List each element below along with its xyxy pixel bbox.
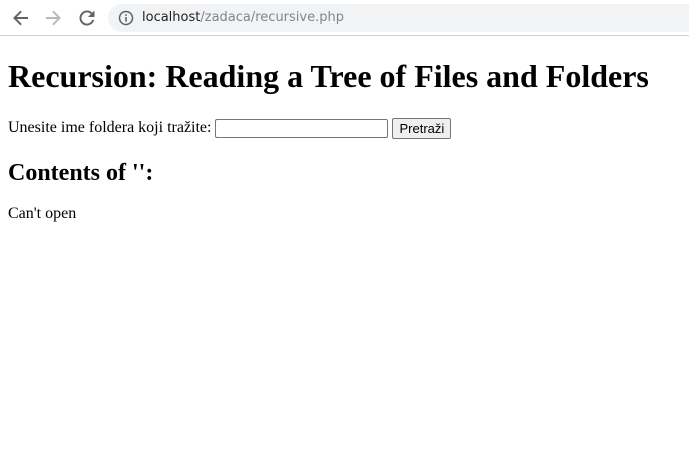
- info-icon[interactable]: [118, 10, 134, 26]
- status-message: Can't open: [8, 205, 77, 222]
- browser-toolbar: localhost/zadaca/recursive.php: [0, 0, 689, 36]
- page-title: Recursion: Reading a Tree of Files and F…: [8, 58, 649, 94]
- address-bar[interactable]: localhost/zadaca/recursive.php: [108, 4, 689, 32]
- url-host: localhost: [142, 10, 201, 25]
- arrow-right-icon: [44, 9, 62, 27]
- page-content: Recursion: Reading a Tree of Files and F…: [0, 37, 689, 475]
- url-text: localhost/zadaca/recursive.php: [142, 10, 344, 26]
- folder-search-form: Unesite ime foldera koji tražite: Pretra…: [8, 117, 452, 139]
- forward-button[interactable]: [41, 6, 65, 30]
- url-path: /zadaca/recursive.php: [200, 10, 344, 25]
- reload-button[interactable]: [75, 6, 99, 30]
- arrow-left-icon: [12, 9, 30, 27]
- contents-heading: Contents of '':: [8, 160, 154, 186]
- search-button[interactable]: Pretraži: [392, 117, 452, 139]
- folder-search-label: Unesite ime foldera koji tražite:: [8, 119, 212, 136]
- back-button[interactable]: [9, 6, 33, 30]
- folder-name-input[interactable]: [215, 118, 389, 138]
- reload-icon: [78, 9, 96, 27]
